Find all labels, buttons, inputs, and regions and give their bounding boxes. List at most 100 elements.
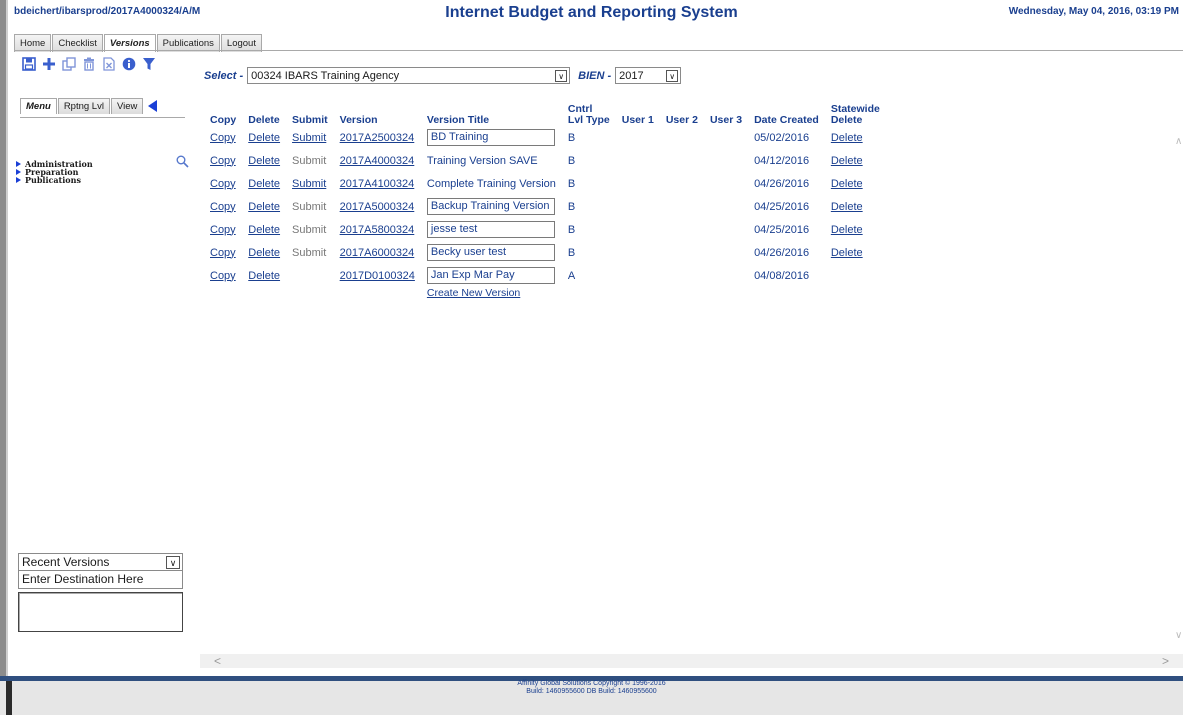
statewide-delete-link[interactable]: Delete (831, 247, 863, 259)
statewide-delete-link[interactable]: Delete (831, 132, 863, 144)
statewide-delete-link[interactable]: Delete (831, 155, 863, 167)
version-link[interactable]: 2017A5800324 (340, 224, 415, 236)
lvl-type: B (567, 154, 576, 167)
col-user1: User 1 (621, 114, 654, 126)
version-link[interactable]: 2017D0100324 (340, 270, 415, 282)
date-created: 04/26/2016 (754, 177, 810, 190)
table-header-row: Copy Delete Submit Version Version Title… (204, 100, 886, 126)
datetime: Wednesday, May 04, 2016, 03:19 PM (1008, 6, 1179, 17)
chevron-down-icon: ∨ (555, 69, 568, 82)
copy-link[interactable]: Copy (210, 224, 236, 236)
footer-text: Affinity Global Solutions Copyright © 19… (0, 680, 1183, 696)
tab-divider (14, 50, 1183, 51)
toolbar (22, 57, 156, 71)
bien-select[interactable]: 2017 ∨ (615, 67, 682, 84)
recent-versions-select[interactable]: Recent Versions ∨ (18, 553, 183, 571)
submit-disabled: Submit (292, 246, 327, 259)
footer: Affinity Global Solutions Copyright © 19… (0, 680, 1183, 715)
scroll-down-icon[interactable]: ∨ (1175, 630, 1182, 641)
version-title-input[interactable]: Becky user test (426, 244, 555, 261)
save-icon[interactable] (22, 57, 36, 71)
col-delete: Delete (248, 114, 280, 126)
chevron-down-icon: ∨ (166, 555, 180, 569)
table-row: Create New Version (204, 287, 886, 310)
menu-item-label: Publications (25, 175, 81, 185)
lvl-type: B (567, 200, 576, 213)
submit-disabled: Submit (292, 154, 327, 167)
select-row: Select - 00324 IBARS Training Agency ∨ B… (204, 67, 682, 84)
date-created: 04/25/2016 (754, 200, 810, 213)
table-row: Copy Delete Submit 2017A5800324 jesse te… (204, 218, 886, 241)
lvl-type: B (567, 131, 576, 144)
col-version: Version (339, 114, 378, 126)
statewide-delete-link[interactable]: Delete (831, 201, 863, 213)
version-title-text: Complete Training Version (426, 177, 556, 190)
submit-link[interactable]: Submit (292, 132, 326, 144)
agency-select[interactable]: 00324 IBARS Training Agency ∨ (247, 67, 571, 84)
version-title-input[interactable]: BD Training (426, 129, 555, 146)
menu-item-publications[interactable]: Publications (16, 176, 93, 184)
submit-link[interactable]: Submit (292, 178, 326, 190)
lvl-type: A (567, 269, 576, 282)
col-statewide-delete: Statewide Delete (825, 100, 886, 126)
version-link[interactable]: 2017A4100324 (340, 178, 415, 190)
header-delete: Delete (830, 114, 863, 126)
horizontal-scrollbar[interactable]: < > (200, 654, 1183, 668)
copy-link[interactable]: Copy (210, 132, 236, 144)
destination-textarea[interactable] (18, 592, 183, 632)
delete-link[interactable]: Delete (248, 224, 280, 236)
date-created: 04/08/2016 (754, 269, 810, 282)
left-panel-tabs: Menu Rptng Lvl View (20, 98, 158, 114)
version-link[interactable]: 2017A5000324 (340, 201, 415, 213)
delete-link[interactable]: Delete (248, 155, 280, 167)
add-icon[interactable] (42, 57, 56, 71)
tab-rptng-lvl[interactable]: Rptng Lvl (57, 98, 110, 114)
copy-link[interactable]: Copy (210, 178, 236, 190)
copy-link[interactable]: Copy (210, 201, 236, 213)
excel-icon[interactable] (102, 57, 116, 71)
copy-icon[interactable] (62, 57, 76, 71)
table-row: Copy Delete 2017D0100324 Jan Exp Mar Pay… (204, 264, 886, 287)
create-new-version-link[interactable]: Create New Version (427, 287, 520, 299)
version-title-input[interactable]: jesse test (426, 221, 555, 238)
scroll-left-icon[interactable]: < (214, 654, 221, 668)
triangle-right-icon (16, 161, 21, 167)
collapse-arrow-icon[interactable] (148, 100, 158, 112)
agency-select-value: 00324 IBARS Training Agency (251, 69, 400, 82)
submit-disabled: Submit (292, 223, 327, 236)
version-title-input[interactable]: Jan Exp Mar Pay (426, 267, 555, 284)
delete-icon[interactable] (82, 57, 96, 71)
delete-link[interactable]: Delete (248, 178, 280, 190)
table-row: Copy Delete Submit 2017A4100324 Complete… (204, 172, 886, 195)
header-lvl-type: Lvl Type (567, 114, 610, 126)
statewide-delete-link[interactable]: Delete (831, 178, 863, 190)
bien-label: BIEN - (578, 69, 612, 82)
destination-input[interactable]: Enter Destination Here (18, 571, 183, 589)
version-title-input[interactable]: Backup Training Version (426, 198, 555, 215)
table-row: Copy Delete Submit 2017A4000324 Training… (204, 149, 886, 172)
copy-link[interactable]: Copy (210, 155, 236, 167)
tab-menu[interactable]: Menu (20, 98, 57, 114)
recent-versions-value: Recent Versions (22, 555, 110, 569)
search-icon[interactable] (176, 155, 189, 171)
delete-link[interactable]: Delete (248, 270, 280, 282)
delete-link[interactable]: Delete (248, 201, 280, 213)
version-link[interactable]: 2017A4000324 (340, 155, 415, 167)
tab-view[interactable]: View (110, 98, 144, 114)
date-created: 04/12/2016 (754, 154, 810, 167)
date-created: 04/26/2016 (754, 246, 810, 259)
copy-link[interactable]: Copy (210, 247, 236, 259)
statewide-delete-link[interactable]: Delete (831, 224, 863, 236)
delete-link[interactable]: Delete (248, 132, 280, 144)
version-link[interactable]: 2017A6000324 (340, 247, 415, 259)
scroll-right-icon[interactable]: > (1162, 654, 1169, 668)
info-icon[interactable] (122, 57, 136, 71)
chevron-down-icon: ∨ (666, 69, 679, 82)
copy-link[interactable]: Copy (210, 270, 236, 282)
delete-link[interactable]: Delete (248, 247, 280, 259)
filter-icon[interactable] (142, 57, 156, 71)
col-version-title: Version Title (426, 114, 490, 126)
scroll-up-icon[interactable]: ∧ (1175, 136, 1182, 147)
triangle-right-icon (16, 177, 21, 183)
version-link[interactable]: 2017A2500324 (340, 132, 415, 144)
